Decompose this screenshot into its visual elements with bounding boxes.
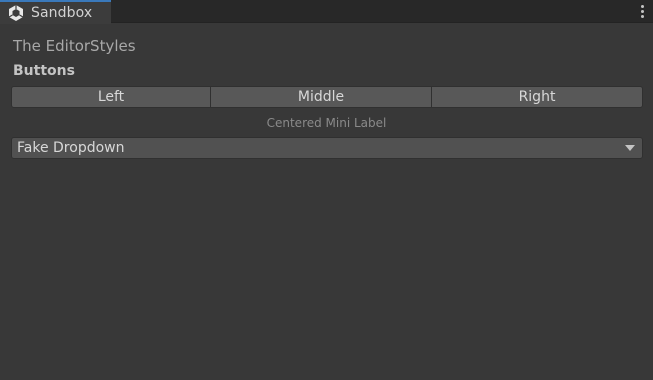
- dropdown-value: Fake Dropdown: [17, 140, 125, 156]
- buttons-section-label: Buttons: [13, 63, 75, 79]
- dropdown-arrow-icon: [625, 145, 635, 151]
- middle-button[interactable]: Middle: [211, 86, 432, 108]
- right-button[interactable]: Right: [432, 86, 643, 108]
- unity-logo-icon: [8, 5, 24, 21]
- tab-bar: Sandbox: [0, 0, 653, 24]
- editor-window: Sandbox The EditorStyles Buttons Left Mi…: [0, 0, 653, 380]
- fake-dropdown[interactable]: Fake Dropdown: [11, 137, 643, 159]
- tab-title: Sandbox: [31, 5, 93, 21]
- tab-sandbox[interactable]: Sandbox: [0, 0, 111, 24]
- left-button[interactable]: Left: [11, 86, 211, 108]
- page-title: The EditorStyles: [13, 37, 136, 55]
- centered-mini-label: Centered Mini Label: [266, 116, 387, 130]
- segmented-button-group: Left Middle Right: [11, 86, 643, 108]
- kebab-menu-icon[interactable]: [637, 3, 647, 19]
